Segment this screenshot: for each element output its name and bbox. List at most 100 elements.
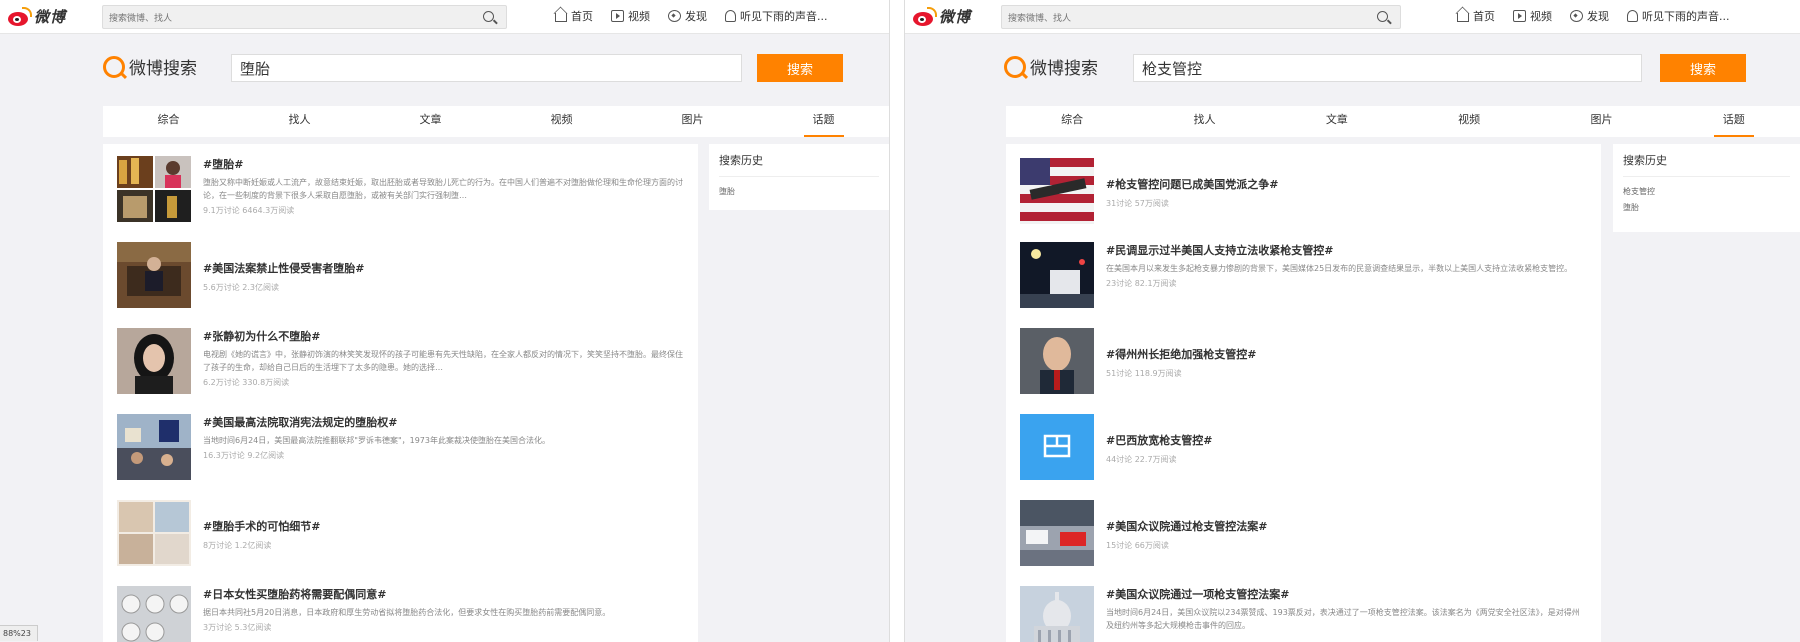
- thumbnail-flag-gun: [1020, 158, 1094, 224]
- topic-thumbnail[interactable]: [1020, 328, 1094, 394]
- topic-text: #巴西放宽枪支管控# 44讨论 22.7万阅读: [1106, 432, 1587, 465]
- topic-text: #得州州长拒绝加强枪支管控# 51讨论 118.9万阅读: [1106, 346, 1587, 379]
- search-button[interactable]: 搜索: [757, 54, 843, 82]
- topic-title[interactable]: #枪支管控问题已成美国党派之争#: [1106, 176, 1587, 192]
- video-icon: [611, 10, 624, 22]
- nav-links: 首页 视频 发现 听见下雨的声音...: [1457, 8, 1730, 24]
- topic-title[interactable]: #美国最高法院取消宪法规定的堕胎权#: [203, 414, 684, 430]
- search-history-title: 搜索历史: [1623, 152, 1790, 177]
- topic-thumbnail[interactable]: [117, 328, 191, 394]
- left-window: 微博 首页 视频 发现 听见下雨的声音... 微博搜索 搜索 综合 找人 文章 …: [0, 0, 889, 642]
- nav-user[interactable]: 听见下雨的声音...: [1627, 8, 1730, 24]
- tab-topics[interactable]: 话题: [1668, 106, 1800, 137]
- topic-title[interactable]: #美国众议院通过一项枪支管控法案#: [1106, 586, 1587, 602]
- tab-images[interactable]: 图片: [1535, 106, 1667, 137]
- nav-home[interactable]: 首页: [1457, 8, 1495, 24]
- main-search-input[interactable]: [1133, 54, 1642, 82]
- tab-comprehensive[interactable]: 综合: [103, 106, 234, 137]
- search-history-title: 搜索历史: [719, 152, 879, 177]
- topic-title[interactable]: #美国法案禁止性侵受害者堕胎#: [203, 260, 684, 276]
- tab-videos[interactable]: 视频: [496, 106, 627, 137]
- nav-discover[interactable]: 发现: [1570, 8, 1609, 24]
- topic-text: #枪支管控问题已成美国党派之争# 31讨论 57万阅读: [1106, 176, 1587, 209]
- topic-thumbnail[interactable]: [117, 586, 191, 642]
- topic-thumbnail[interactable]: [117, 500, 191, 566]
- topic-title[interactable]: #堕胎手术的可怕细节#: [203, 518, 684, 534]
- history-item[interactable]: 堕胎: [1623, 202, 1790, 213]
- tab-comprehensive[interactable]: 综合: [1006, 106, 1138, 137]
- tab-images[interactable]: 图片: [627, 106, 758, 137]
- search-brand-label: 微博搜索: [1030, 59, 1098, 79]
- search-brand: 微博搜索: [1004, 54, 1098, 79]
- nav-user-label: 听见下雨的声音...: [1642, 10, 1730, 23]
- nav-discover-label: 发现: [685, 10, 707, 23]
- thumbnail-governor: [1020, 328, 1094, 394]
- topic-thumbnail[interactable]: [1020, 242, 1094, 308]
- user-icon: [725, 10, 736, 22]
- tab-articles[interactable]: 文章: [365, 106, 496, 137]
- thumbnail-topic-icon: [1020, 414, 1094, 480]
- topic-meta: 44讨论 22.7万阅读: [1106, 455, 1177, 464]
- history-item[interactable]: 枪支管控: [1623, 186, 1790, 197]
- topic-title[interactable]: #巴西放宽枪支管控#: [1106, 432, 1587, 448]
- history-item[interactable]: 堕胎: [719, 186, 879, 197]
- topic-desc: 电视剧《她的谎言》中，张静初饰演的林笑笑发现怀的孩子可能患有先天性缺陷，在全家人…: [203, 350, 683, 372]
- tab-articles[interactable]: 文章: [1271, 106, 1403, 137]
- logo-text: 微博: [34, 8, 67, 26]
- topic-thumbnail[interactable]: [117, 242, 191, 308]
- nav-home-label: 首页: [1473, 10, 1495, 23]
- topic-title[interactable]: #堕胎#: [203, 156, 684, 172]
- thumbnail-street: [1020, 500, 1094, 566]
- home-icon: [555, 13, 567, 22]
- topic-text: #堕胎# 堕胎又称中断妊娠或人工流产，故意结束妊娠，取出胚胎或者导致胎儿死亡的行…: [203, 156, 684, 216]
- topic-title[interactable]: #美国众议院通过枪支管控法案#: [1106, 518, 1587, 534]
- topic-meta: 15讨论 66万阅读: [1106, 541, 1169, 550]
- topic-results: #堕胎# 堕胎又称中断妊娠或人工流产，故意结束妊娠，取出胚胎或者导致胎儿死亡的行…: [103, 144, 698, 642]
- nav-user[interactable]: 听见下雨的声音...: [725, 8, 828, 24]
- search-icon[interactable]: [1377, 11, 1388, 22]
- topic-desc: 在美国本月以来发生多起枪支暴力惨剧的背景下，美国媒体25日发布的民意调查结果显示…: [1106, 264, 1573, 273]
- nav-search-box[interactable]: [102, 5, 507, 30]
- topic-meta: 8万讨论 1.2亿阅读: [203, 541, 272, 550]
- home-icon: [1457, 13, 1469, 22]
- tab-topics[interactable]: 话题: [758, 106, 889, 137]
- topic-title[interactable]: #得州州长拒绝加强枪支管控#: [1106, 346, 1587, 362]
- tab-videos[interactable]: 视频: [1403, 106, 1535, 137]
- topic-desc: 堕胎又称中断妊娠或人工流产，故意结束妊娠，取出胚胎或者导致胎儿死亡的行为。在中国…: [203, 178, 683, 200]
- topic-thumbnail[interactable]: [1020, 586, 1094, 642]
- nav-video[interactable]: 视频: [1513, 8, 1552, 24]
- logo-text: 微博: [939, 8, 972, 26]
- search-brand-icon: [103, 55, 125, 78]
- topic-text: #日本女性买堕胎药将需要配偶同意# 据日本共同社5月20日消息，日本政府和厚生劳…: [203, 586, 684, 633]
- topic-desc: 据日本共同社5月20日消息，日本政府和厚生劳动省拟将堕胎药合法化，但要求女性在购…: [203, 608, 611, 617]
- topic-title[interactable]: #民调显示过半美国人支持立法收紧枪支管控#: [1106, 242, 1587, 258]
- topic-meta: 9.1万讨论 6464.3万阅读: [203, 206, 295, 215]
- thumbnail-capitol: [1020, 586, 1094, 642]
- topic-title[interactable]: #日本女性买堕胎药将需要配偶同意#: [203, 586, 684, 602]
- result-tabs: 综合 找人 文章 视频 图片 话题: [103, 106, 889, 137]
- nav-links: 首页 视频 发现 听见下雨的声音...: [555, 8, 828, 24]
- thumbnail-collage: [117, 156, 191, 222]
- topic-thumbnail[interactable]: [1020, 500, 1094, 566]
- nav-search-box[interactable]: [1001, 5, 1401, 30]
- topic-text: #美国众议院通过一项枪支管控法案# 当地时间6月24日，美国众议院以234票赞成…: [1106, 586, 1587, 632]
- nav-video[interactable]: 视频: [611, 8, 650, 24]
- search-history-box: 搜索历史 堕胎: [709, 144, 889, 210]
- topic-title[interactable]: #张静初为什么不堕胎#: [203, 328, 684, 344]
- weibo-logo[interactable]: 微博: [911, 6, 971, 27]
- tab-people[interactable]: 找人: [1138, 106, 1270, 137]
- topic-meta: 23讨论 82.1万阅读: [1106, 279, 1177, 288]
- topic-thumbnail[interactable]: [1020, 158, 1094, 224]
- topic-thumbnail[interactable]: [117, 156, 191, 222]
- topic-thumbnail[interactable]: [117, 414, 191, 480]
- search-icon[interactable]: [483, 11, 494, 22]
- nav-search-input[interactable]: [103, 8, 463, 30]
- nav-discover[interactable]: 发现: [668, 8, 707, 24]
- tab-people[interactable]: 找人: [234, 106, 365, 137]
- weibo-logo[interactable]: 微博: [6, 6, 66, 27]
- main-search-input[interactable]: [231, 54, 742, 82]
- nav-search-input[interactable]: [1002, 8, 1362, 30]
- nav-home[interactable]: 首页: [555, 8, 593, 24]
- topic-thumbnail[interactable]: [1020, 414, 1094, 480]
- search-button[interactable]: 搜索: [1660, 54, 1746, 82]
